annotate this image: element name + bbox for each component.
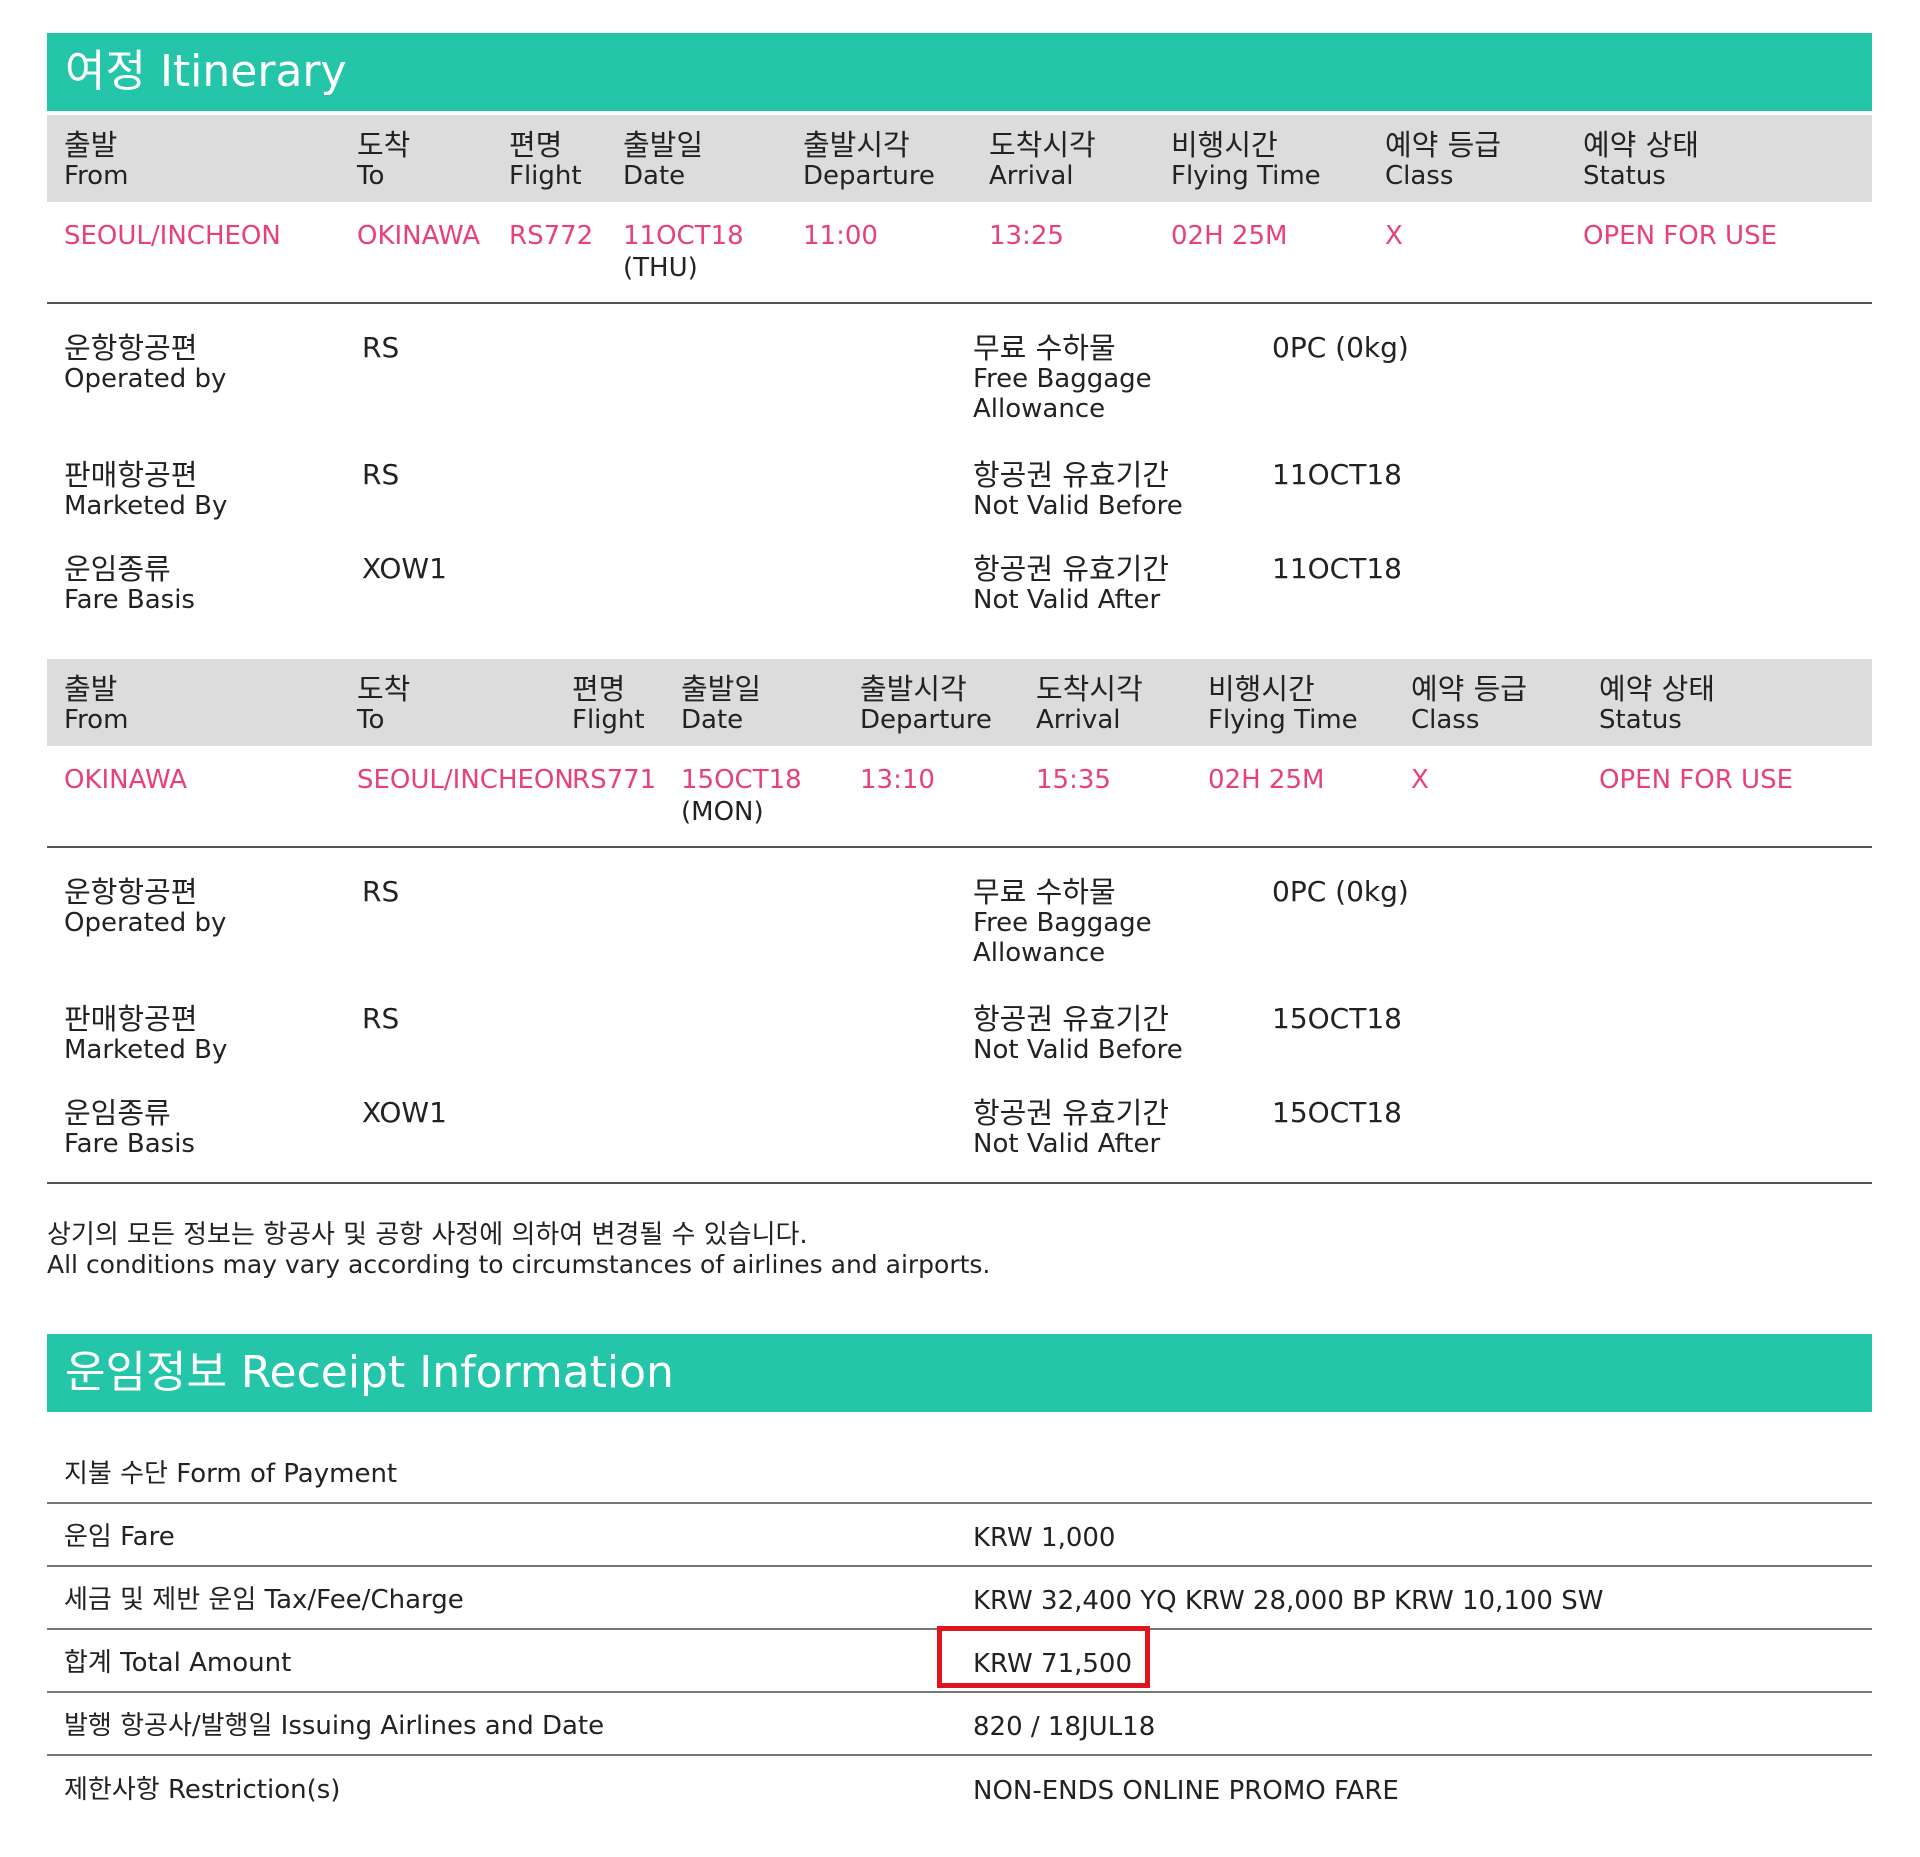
flight-date-cell: 15OCT18 (MON) bbox=[681, 764, 802, 828]
not-valid-after-label: 항공권 유효기간 Not Valid After bbox=[973, 1096, 1169, 1159]
header-status: 예약 상태 Status bbox=[1583, 128, 1699, 191]
conditions-notice: 상기의 모든 정보는 항공사 및 공항 사정에 의하여 변경될 수 있습니다. … bbox=[47, 1184, 1872, 1334]
header-arrival: 도착시각 Arrival bbox=[989, 128, 1096, 191]
flight-2-header: 출발 From 도착 To 편명 Flight 출발일 Date 출발시각 Departu… bbox=[47, 659, 1872, 746]
flight-date: 11OCT18 bbox=[623, 221, 744, 251]
fare-basis-label: 운임종류 Fare Basis bbox=[64, 552, 195, 615]
not-valid-before-label: 항공권 유효기간 Not Valid Before bbox=[973, 458, 1183, 521]
receipt-row-total: 합계 Total Amount KRW 71,500 bbox=[47, 1626, 1872, 1693]
not-valid-before-value: 15OCT18 bbox=[1272, 1002, 1402, 1035]
flight-departure: 13:10 bbox=[860, 765, 935, 795]
baggage-value: 0PC (0kg) bbox=[1272, 331, 1409, 364]
header-departure: 출발시각 Departure bbox=[803, 128, 935, 191]
flight-departure: 11:00 bbox=[803, 221, 878, 251]
header-class: 예약 등급 Class bbox=[1411, 672, 1527, 735]
receipt-title: 운임정보 Receipt Information bbox=[65, 1347, 674, 1398]
marketed-by-value: RS bbox=[362, 458, 400, 491]
header-from: 출발 From bbox=[64, 672, 129, 735]
flight-arrival: 13:25 bbox=[989, 221, 1064, 251]
fare-basis-label: 운임종류 Fare Basis bbox=[64, 1096, 195, 1159]
flight-number: RS771 bbox=[572, 765, 657, 795]
flight-1-details: 운항항공편 Operated by RS 판매항공편 Marketed By RS … bbox=[47, 304, 1872, 659]
not-valid-after-value: 15OCT18 bbox=[1272, 1096, 1402, 1129]
notice-korean: 상기의 모든 정보는 항공사 및 공항 사정에 의하여 변경될 수 있습니다. bbox=[47, 1220, 808, 1250]
marketed-by-label: 판매항공편 Marketed By bbox=[64, 1002, 228, 1065]
itinerary-banner: 여정 Itinerary bbox=[47, 33, 1872, 111]
receipt-label: 발행 항공사/발행일 Issuing Airlines and Date bbox=[64, 1711, 605, 1741]
marketed-by-value: RS bbox=[362, 1002, 400, 1035]
receipt-value: KRW 1,000 bbox=[973, 1523, 1116, 1553]
itinerary-title: 여정 Itinerary bbox=[65, 46, 347, 97]
flight-1-row: SEOUL/INCHEON OKINAWA RS772 11OCT18 (THU… bbox=[47, 202, 1872, 304]
fare-basis-value: XOW1 bbox=[362, 1096, 447, 1129]
header-date: 출발일 Date bbox=[681, 672, 762, 735]
baggage-label: 무료 수하물 Free Baggage Allowance bbox=[973, 331, 1152, 424]
not-valid-before-label: 항공권 유효기간 Not Valid Before bbox=[973, 1002, 1183, 1065]
receipt-value: NON-ENDS ONLINE PROMO FARE bbox=[973, 1776, 1399, 1806]
header-flight: 편명 Flight bbox=[572, 672, 645, 735]
receipt-row-issuing: 발행 항공사/발행일 Issuing Airlines and Date 820… bbox=[47, 1693, 1872, 1756]
receipt-row-tax: 세금 및 제반 운임 Tax/Fee/Charge KRW 32,400 YQ … bbox=[47, 1567, 1872, 1630]
flight-flying-time: 02H 25M bbox=[1171, 221, 1288, 251]
receipt-value: KRW 32,400 YQ KRW 28,000 BP KRW 10,100 S… bbox=[973, 1586, 1604, 1616]
receipt-banner: 운임정보 Receipt Information bbox=[47, 1334, 1872, 1412]
receipt-row-restrictions: 제한사항 Restriction(s) NON-ENDS ONLINE PROM… bbox=[47, 1756, 1872, 1818]
header-date: 출발일 Date bbox=[623, 128, 704, 191]
header-flying-time: 비행시간 Flying Time bbox=[1171, 128, 1321, 191]
flight-day: (THU) bbox=[623, 253, 698, 283]
flight-date: 15OCT18 bbox=[681, 765, 802, 795]
flight-from: OKINAWA bbox=[64, 765, 188, 795]
total-amount-value: KRW 71,500 bbox=[973, 1649, 1133, 1679]
fare-basis-value: XOW1 bbox=[362, 552, 447, 585]
flight-2-details: 운항항공편 Operated by RS 판매항공편 Marketed By RS … bbox=[47, 848, 1872, 1184]
receipt-label: 지불 수단 Form of Payment bbox=[64, 1459, 398, 1489]
receipt-label: 제한사항 Restriction(s) bbox=[64, 1775, 341, 1805]
header-from: 출발 From bbox=[64, 128, 129, 191]
flight-2-row: OKINAWA SEOUL/INCHEON RS771 15OCT18 (MON… bbox=[47, 746, 1872, 848]
baggage-label: 무료 수하물 Free Baggage Allowance bbox=[973, 875, 1152, 968]
flight-from: SEOUL/INCHEON bbox=[64, 221, 281, 251]
flight-arrival: 15:35 bbox=[1036, 765, 1111, 795]
header-departure: 출발시각 Departure bbox=[860, 672, 992, 735]
receipt-value: 820 / 18JUL18 bbox=[973, 1712, 1156, 1742]
receipt-label: 운임 Fare bbox=[64, 1522, 175, 1552]
header-arrival: 도착시각 Arrival bbox=[1036, 672, 1143, 735]
flight-status: OPEN FOR USE bbox=[1583, 221, 1777, 251]
flight-number: RS772 bbox=[509, 221, 594, 251]
operated-by-label: 운항항공편 Operated by bbox=[64, 331, 227, 394]
not-valid-after-label: 항공권 유효기간 Not Valid After bbox=[973, 552, 1169, 615]
flight-day: (MON) bbox=[681, 797, 764, 827]
header-status: 예약 상태 Status bbox=[1599, 672, 1715, 735]
flight-date-cell: 11OCT18 (THU) bbox=[623, 220, 744, 284]
header-class: 예약 등급 Class bbox=[1385, 128, 1501, 191]
receipt-label: 합계 Total Amount bbox=[64, 1648, 292, 1678]
operated-by-value: RS bbox=[362, 875, 400, 908]
notice-english: All conditions may vary according to cir… bbox=[47, 1250, 991, 1279]
e-ticket-document: 여정 Itinerary 출발 From 도착 To 편명 Flight 출발일 Dat… bbox=[47, 33, 1872, 1818]
flight-to: OKINAWA bbox=[357, 221, 481, 251]
flight-class: X bbox=[1411, 765, 1429, 795]
marketed-by-label: 판매항공편 Marketed By bbox=[64, 458, 228, 521]
receipt-table: 지불 수단 Form of Payment 운임 Fare KRW 1,000 … bbox=[47, 1412, 1872, 1818]
header-flight: 편명 Flight bbox=[509, 128, 582, 191]
not-valid-after-value: 11OCT18 bbox=[1272, 552, 1402, 585]
flight-flying-time: 02H 25M bbox=[1208, 765, 1325, 795]
flight-to: SEOUL/INCHEON bbox=[357, 765, 574, 795]
header-flying-time: 비행시간 Flying Time bbox=[1208, 672, 1358, 735]
operated-by-value: RS bbox=[362, 331, 400, 364]
header-to: 도착 To bbox=[357, 672, 411, 735]
operated-by-label: 운항항공편 Operated by bbox=[64, 875, 227, 938]
flight-class: X bbox=[1385, 221, 1403, 251]
flight-status: OPEN FOR USE bbox=[1599, 765, 1793, 795]
not-valid-before-value: 11OCT18 bbox=[1272, 458, 1402, 491]
header-to: 도착 To bbox=[357, 128, 411, 191]
receipt-label: 세금 및 제반 운임 Tax/Fee/Charge bbox=[64, 1585, 464, 1615]
flight-1-header: 출발 From 도착 To 편명 Flight 출발일 Date 출발시각 Departu… bbox=[47, 115, 1872, 202]
baggage-value: 0PC (0kg) bbox=[1272, 875, 1409, 908]
receipt-row-payment: 지불 수단 Form of Payment bbox=[47, 1412, 1872, 1504]
receipt-row-fare: 운임 Fare KRW 1,000 bbox=[47, 1504, 1872, 1567]
